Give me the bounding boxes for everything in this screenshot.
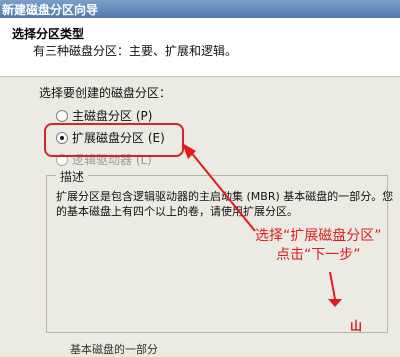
- wizard-header: 选择分区类型 有三种磁盘分区：主要、扩展和逻辑。: [0, 18, 400, 77]
- annotation-arrows: [182, 143, 342, 307]
- partial-bottom-text: 基本磁盘的一部分: [70, 343, 158, 356]
- window-title: 新建磁盘分区向导: [2, 3, 99, 17]
- partial-button-stub: 山: [350, 319, 363, 333]
- page-title: 选择分区类型: [12, 27, 85, 41]
- annotation-arrow-left: [189, 150, 256, 232]
- annotation-line-2: 点击“下一步”: [276, 247, 361, 263]
- annotation-arrow-down-head: [328, 299, 342, 307]
- wizard-content: 选择要创建的磁盘分区： 主磁盘分区 (P) 扩展磁盘分区 (E) 逻辑驱动器 (…: [0, 77, 400, 356]
- annotation-line-1: 选择“扩展磁盘分区”: [255, 228, 382, 244]
- annotation-arrow-down: [329, 271, 336, 300]
- title-bar: 新建磁盘分区向导: [0, 0, 400, 18]
- page-subtitle: 有三种磁盘分区：主要、扩展和逻辑。: [33, 44, 238, 58]
- annotation-text: 选择“扩展磁盘分区” 点击“下一步”: [255, 227, 382, 265]
